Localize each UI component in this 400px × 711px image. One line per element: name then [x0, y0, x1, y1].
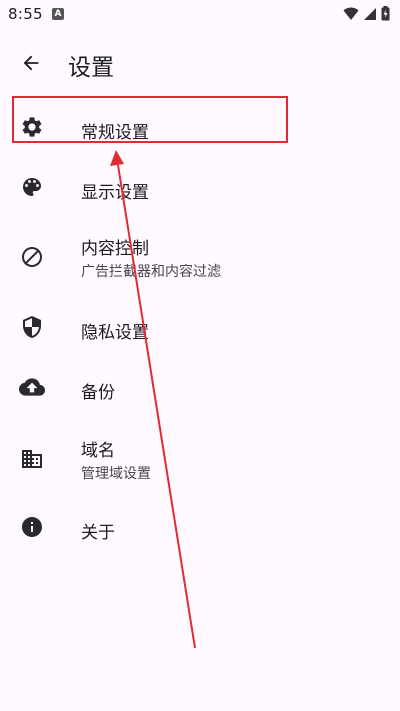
page-title: 设置 — [68, 55, 114, 81]
settings-item-subtitle: 广告拦截器和内容过滤 — [81, 264, 221, 280]
notification-app-icon: A — [52, 8, 64, 20]
signal-icon — [364, 7, 376, 20]
domain-icon — [19, 446, 45, 472]
settings-item-privacy[interactable]: 隐私设置 — [0, 300, 400, 356]
settings-item-subtitle: 管理域设置 — [81, 466, 151, 482]
status-bar: 8:55 A — [0, 0, 400, 28]
settings-item-about[interactable]: 关于 — [0, 500, 400, 556]
cloud-upload-icon — [19, 374, 45, 400]
app-bar: 设置 — [0, 34, 400, 92]
block-icon — [19, 244, 45, 270]
settings-screen: 8:55 A 设置 常规设置 显示设置 内容控制 广告拦截器和内容过滤 隐私设置… — [0, 0, 400, 711]
status-time: 8:55 — [8, 5, 43, 23]
settings-item-label: 备份 — [81, 383, 115, 403]
settings-item-label: 内容控制 — [81, 239, 149, 259]
info-icon — [19, 514, 45, 540]
settings-item-label: 隐私设置 — [81, 323, 149, 343]
battery-charging-icon — [381, 6, 390, 21]
settings-item-display[interactable]: 显示设置 — [0, 160, 400, 216]
settings-item-general[interactable]: 常规设置 — [0, 100, 400, 156]
settings-item-label: 域名 — [81, 441, 115, 461]
settings-item-backup[interactable]: 备份 — [0, 360, 400, 416]
settings-item-label: 常规设置 — [81, 123, 149, 143]
palette-icon — [19, 174, 45, 200]
settings-item-content-control[interactable]: 内容控制 广告拦截器和内容过滤 — [0, 226, 400, 290]
shield-icon — [19, 314, 45, 340]
gear-icon — [19, 114, 45, 140]
settings-item-domain[interactable]: 域名 管理域设置 — [0, 428, 400, 492]
back-button[interactable] — [14, 46, 48, 80]
settings-item-label: 显示设置 — [81, 183, 149, 203]
arrow-back-icon — [23, 55, 39, 71]
settings-item-label: 关于 — [81, 523, 115, 543]
status-icons — [343, 6, 390, 21]
wifi-icon — [343, 7, 359, 20]
